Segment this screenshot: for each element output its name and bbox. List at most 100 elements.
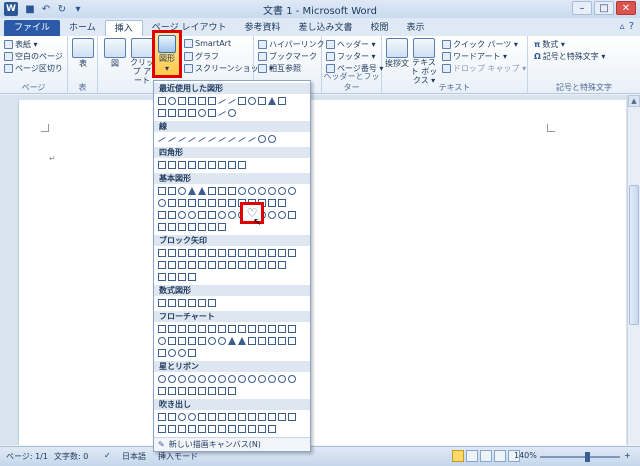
shape-item[interactable] — [218, 261, 226, 269]
shape-item[interactable] — [168, 299, 176, 307]
shape-item[interactable] — [158, 109, 166, 117]
shape-item[interactable] — [218, 425, 226, 433]
shape-item[interactable] — [268, 249, 276, 257]
shape-item[interactable] — [168, 109, 176, 117]
shape-item[interactable] — [168, 375, 176, 383]
table-button[interactable]: 表 — [72, 38, 94, 69]
shape-item[interactable] — [228, 325, 236, 333]
shape-item[interactable] — [158, 161, 166, 169]
shape-item[interactable] — [188, 387, 196, 395]
shape-item[interactable] — [188, 223, 196, 231]
shape-item[interactable] — [198, 325, 206, 333]
scroll-thumb[interactable] — [629, 185, 639, 325]
shape-item[interactable] — [198, 375, 206, 383]
shape-item[interactable] — [208, 137, 216, 142]
shape-item[interactable] — [198, 425, 206, 433]
shape-item[interactable] — [178, 425, 186, 433]
shape-item[interactable] — [258, 413, 266, 421]
shape-item[interactable] — [208, 223, 216, 231]
document-page[interactable]: ↵ — [18, 100, 626, 445]
shape-item[interactable] — [178, 349, 186, 357]
full-screen-view-button[interactable] — [466, 450, 478, 462]
language-indicator[interactable]: 日本語 — [122, 451, 146, 462]
shape-item[interactable] — [178, 299, 186, 307]
shape-item[interactable] — [258, 135, 266, 143]
shape-item[interactable] — [158, 199, 166, 207]
shape-item[interactable] — [258, 97, 266, 105]
shape-item[interactable] — [158, 261, 166, 269]
shape-item[interactable] — [158, 299, 166, 307]
zoom-slider[interactable] — [540, 456, 620, 458]
shape-item[interactable] — [158, 273, 166, 281]
shape-item[interactable] — [178, 387, 186, 395]
shape-item[interactable] — [228, 261, 236, 269]
shape-item[interactable] — [158, 249, 166, 257]
shape-item[interactable] — [238, 337, 246, 345]
shape-item[interactable] — [228, 249, 236, 257]
shape-item[interactable] — [188, 109, 196, 117]
shape-item[interactable] — [218, 211, 226, 219]
shape-item[interactable] — [158, 375, 166, 383]
proofing-icon[interactable]: ✓ — [104, 451, 111, 460]
shape-item[interactable] — [208, 161, 216, 169]
shapes-button[interactable]: 図形 ▾ — [152, 30, 182, 78]
shape-item[interactable] — [248, 97, 256, 105]
print-layout-view-button[interactable] — [452, 450, 464, 462]
shape-item[interactable] — [238, 137, 246, 142]
customize-qat-icon[interactable]: ▾ — [72, 3, 84, 15]
shape-item[interactable] — [208, 375, 216, 383]
undo-icon[interactable]: ↶ — [40, 3, 52, 15]
shape-item[interactable] — [228, 211, 236, 219]
word-app-icon[interactable]: W — [4, 2, 18, 16]
shape-item[interactable] — [208, 413, 216, 421]
tab-references[interactable]: 参考資料 — [235, 20, 289, 36]
shape-item[interactable] — [228, 375, 236, 383]
shape-item[interactable] — [178, 273, 186, 281]
shape-item[interactable] — [168, 223, 176, 231]
shape-item[interactable] — [188, 187, 196, 195]
shape-item[interactable] — [208, 387, 216, 395]
quickparts-button[interactable]: クイック パーツ ▾ — [442, 39, 518, 50]
shape-item[interactable] — [288, 375, 296, 383]
footer-button[interactable]: フッター ▾ — [326, 51, 376, 62]
shape-item[interactable] — [158, 97, 166, 105]
shape-item[interactable] — [268, 337, 276, 345]
shape-item[interactable] — [278, 375, 286, 383]
header-button[interactable]: ヘッダー ▾ — [326, 39, 376, 50]
shape-item[interactable] — [198, 187, 206, 195]
shape-item[interactable] — [188, 261, 196, 269]
shape-item[interactable] — [178, 223, 186, 231]
shape-item[interactable] — [178, 413, 186, 421]
shape-item[interactable] — [188, 249, 196, 257]
shape-item[interactable] — [288, 413, 296, 421]
shape-item[interactable] — [268, 199, 276, 207]
shape-item[interactable] — [168, 187, 176, 195]
shape-item[interactable] — [238, 325, 246, 333]
shape-item[interactable] — [198, 387, 206, 395]
shape-item[interactable] — [218, 137, 226, 142]
shape-item[interactable] — [208, 97, 216, 105]
shape-item[interactable] — [188, 325, 196, 333]
shape-item[interactable] — [218, 337, 226, 345]
shape-item[interactable] — [168, 97, 176, 105]
shape-item[interactable] — [218, 99, 226, 104]
shape-item[interactable] — [228, 387, 236, 395]
scroll-up-icon[interactable]: ▲ — [628, 95, 640, 107]
shape-item[interactable] — [208, 199, 216, 207]
shape-item[interactable] — [228, 161, 236, 169]
shape-item[interactable] — [158, 325, 166, 333]
smartart-button[interactable]: SmartArt — [184, 39, 231, 48]
shape-item[interactable] — [218, 223, 226, 231]
shape-item[interactable] — [228, 99, 236, 104]
chart-button[interactable]: グラフ — [184, 51, 219, 62]
shape-item[interactable] — [188, 97, 196, 105]
shape-item[interactable] — [188, 299, 196, 307]
shape-item[interactable] — [168, 273, 176, 281]
shape-item[interactable] — [228, 109, 236, 117]
tab-insert[interactable]: 挿入 — [104, 20, 143, 36]
shape-item[interactable] — [268, 325, 276, 333]
cover-page-button[interactable]: 表紙 ▾ — [4, 39, 38, 50]
tab-file[interactable]: ファイル — [4, 20, 61, 36]
shape-item[interactable] — [198, 223, 206, 231]
hyperlink-button[interactable]: ハイパーリンク — [258, 39, 325, 50]
